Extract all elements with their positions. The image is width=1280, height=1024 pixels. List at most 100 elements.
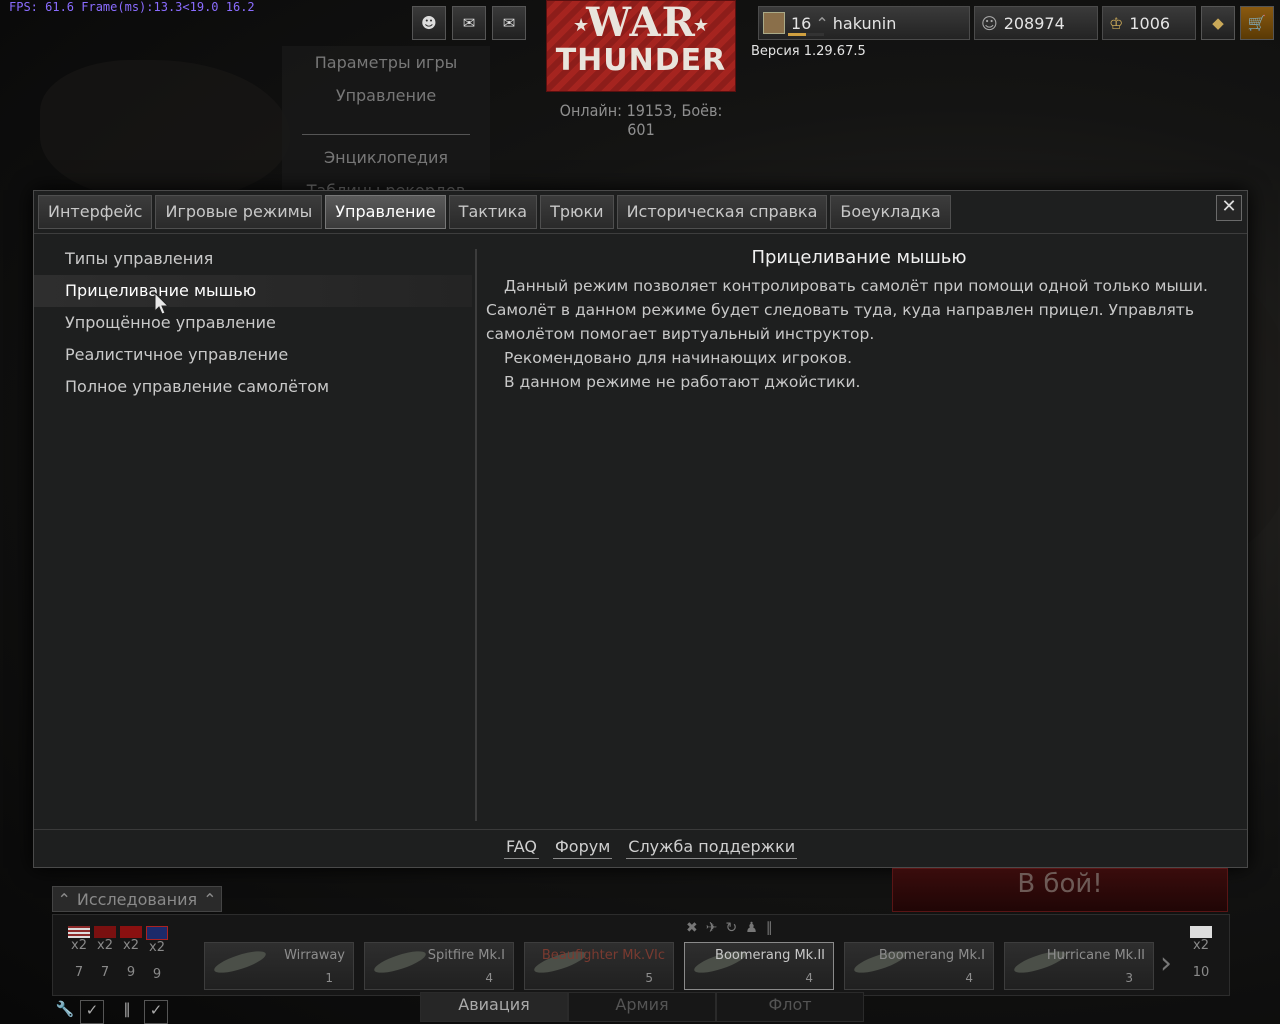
tab-history[interactable]: Историческая справка [616, 195, 828, 229]
research-button[interactable]: ⌃ Исследования ⌃ [52, 886, 222, 912]
forum-link[interactable]: Форум [553, 837, 613, 859]
topic-item[interactable]: Типы управления [34, 243, 472, 275]
tab-tactics[interactable]: Тактика [448, 195, 538, 229]
premium-icon[interactable]: ◆ [1201, 6, 1235, 40]
article-paragraph: Данный режим позволяет контролировать са… [486, 277, 1208, 343]
mult-badge: x2 [97, 938, 113, 953]
ammo-icon[interactable]: ∥ [766, 920, 773, 936]
exp-bar [788, 33, 824, 36]
tier-number: 10 [1192, 965, 1210, 980]
aircraft-rank: 3 [1125, 971, 1133, 985]
aircraft-rank: 4 [965, 971, 973, 985]
silver-balance: ☺ 208974 [974, 6, 1098, 40]
support-link[interactable]: Служба поддержки [626, 837, 798, 859]
research-label: Исследования [76, 889, 198, 909]
online-counter: Онлайн: 19153, Боёв: 601 [559, 101, 723, 139]
ammo-belt-icon[interactable]: ∥ [116, 1000, 138, 1022]
gold-balance: ♔ 1006 [1102, 6, 1196, 40]
gold-value: 1006 [1129, 13, 1171, 33]
tab-aviation[interactable]: Авиация [420, 992, 568, 1022]
repair-icon[interactable]: ✖ [686, 920, 698, 936]
vehicle-type-tabs: Авиация Армия Флот [420, 992, 864, 1022]
menu-item-encyclopedia[interactable]: Энциклопедия [282, 141, 490, 174]
topic-item[interactable]: Реалистичное управление [34, 339, 472, 371]
aircraft-slot[interactable]: Beaufighter Mk.VIc 5 [524, 942, 674, 990]
tab-interface[interactable]: Интерфейс [38, 195, 153, 229]
checkbox-icon[interactable]: ✓ [144, 1000, 168, 1024]
menu-item-controls[interactable]: Управление [282, 79, 490, 112]
encyclopedia-window: Интерфейс Игровые режимы Управление Такт… [33, 190, 1248, 868]
tier-number: 9 [126, 965, 136, 980]
mult-badge: x2 [1193, 938, 1209, 953]
vertical-divider [475, 249, 477, 821]
chat-icon[interactable]: ✉ [452, 6, 486, 40]
logo-line2: THUNDER [555, 43, 727, 78]
player-rank: 16 [791, 13, 812, 33]
player-name: hakunin [832, 13, 897, 33]
checkbox-icon[interactable]: ✓ [80, 1000, 104, 1024]
aircraft-name: Boomerang Mk.II [715, 948, 825, 963]
tab-army[interactable]: Армия [568, 992, 716, 1022]
topic-item[interactable]: Полное управление самолётом [34, 371, 472, 403]
logo-line1: WAR [586, 0, 696, 46]
aircraft-slot[interactable]: Wirraway 1 [204, 942, 354, 990]
aircraft-slot[interactable]: Boomerang Mk.I 4 [844, 942, 994, 990]
aircraft-slot[interactable]: Spitfire Mk.I 4 [364, 942, 514, 990]
ussr-flag-icon [120, 926, 142, 938]
refresh-icon[interactable]: ↻ [725, 920, 737, 936]
aircraft-rank: 4 [485, 971, 493, 985]
plane-small-icon[interactable]: ✈ [706, 920, 718, 936]
mult-badge: x2 [123, 938, 139, 953]
game-version: Версия 1.29.67.5 [751, 44, 866, 59]
crew-icon[interactable]: ♟ [745, 920, 758, 936]
silver-value: 208974 [1003, 13, 1065, 33]
aircraft-name: Beaufighter Mk.VIc [541, 948, 665, 963]
country-germany-flag[interactable]: x2 7 [94, 926, 116, 988]
footer-links: FAQ Форум Служба поддержки [504, 837, 798, 859]
tab-controls[interactable]: Управление [325, 195, 446, 229]
close-icon[interactable]: ✕ [1216, 195, 1242, 221]
mult-badge: x2 [149, 940, 165, 955]
aircraft-name: Wirraway [284, 948, 345, 963]
aircraft-name: Boomerang Mk.I [878, 948, 985, 963]
tier-number: 7 [74, 965, 84, 980]
country-usa-flag[interactable]: x2 7 [68, 926, 90, 988]
country-japan-flag[interactable]: x2 10 [1190, 926, 1212, 988]
menu-divider [302, 112, 470, 135]
tab-navy[interactable]: Флот [716, 992, 864, 1022]
wrench-icon[interactable]: 🔧 [54, 1000, 76, 1022]
tab-ammo[interactable]: Боеукладка [830, 195, 951, 229]
uk-flag-icon [146, 926, 168, 940]
tab-tricks[interactable]: Трюки [540, 195, 614, 229]
topic-list: Типы управления Прицеливание мышью Упрощ… [34, 243, 472, 403]
faq-link[interactable]: FAQ [504, 837, 539, 859]
shop-cart-icon[interactable]: 🛒 [1240, 6, 1274, 40]
topic-item[interactable]: Упрощённое управление [34, 307, 472, 339]
topic-item-selected[interactable]: Прицеливание мышью [34, 275, 472, 307]
menu-item-game-settings[interactable]: Параметры игры [282, 46, 490, 79]
aircraft-slot-selected[interactable]: Boomerang Mk.II 4 [684, 942, 834, 990]
chevrons-icon: ⌃ [203, 889, 217, 909]
country-ussr-flag[interactable]: x2 9 [120, 926, 142, 988]
chevrons-icon: ⌃ [57, 889, 71, 909]
avatar [763, 12, 785, 34]
country-britain-flag[interactable]: x2 9 [146, 926, 168, 988]
friends-icon[interactable]: ☻ [412, 6, 446, 40]
article: Прицеливание мышью Данный режим позволяе… [486, 247, 1232, 394]
article-paragraph: В данном режиме не работают джойстики. [504, 373, 861, 391]
tab-bar: Интерфейс Игровые режимы Управление Такт… [38, 195, 951, 229]
japan-flag-icon [1190, 926, 1212, 938]
tab-game-modes[interactable]: Игровые режимы [155, 195, 323, 229]
aircraft-rank: 5 [645, 971, 653, 985]
mail-icon[interactable]: ✉ [492, 6, 526, 40]
aircraft-rank: 1 [325, 971, 333, 985]
top-icons: ☻ ✉ ✉ [412, 6, 526, 40]
us-flag-icon [68, 926, 90, 938]
to-battle-button[interactable]: В бой! [892, 868, 1228, 912]
mult-badge: x2 [71, 938, 87, 953]
chevron-right-icon[interactable]: › [1160, 946, 1172, 981]
german-flag-icon [94, 926, 116, 938]
article-title: Прицеливание мышью [751, 247, 967, 268]
tab-divider [34, 233, 1247, 234]
aircraft-slot[interactable]: Hurricane Mk.II 3 [1004, 942, 1154, 990]
